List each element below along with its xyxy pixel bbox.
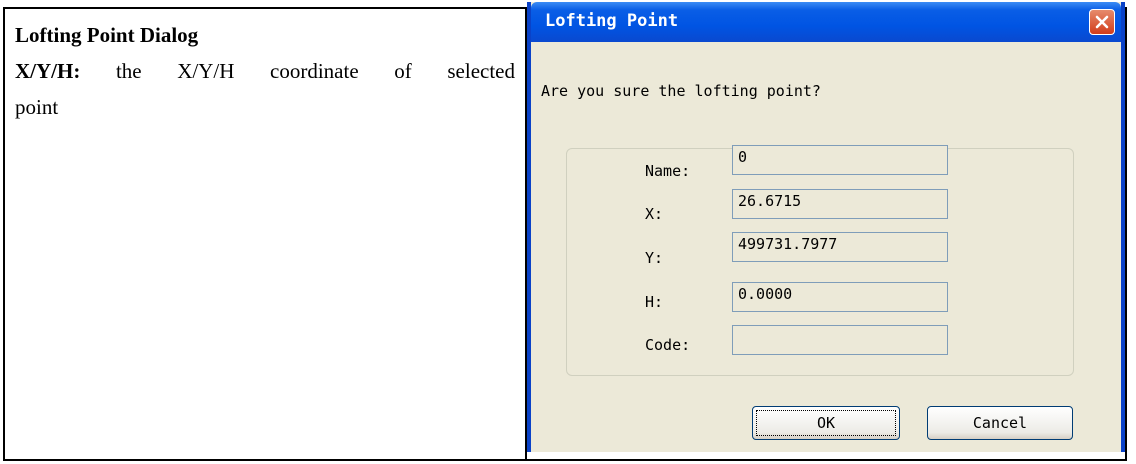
section-heading: Lofting Point Dialog <box>15 23 199 47</box>
y-label: Y: <box>645 249 664 267</box>
focus-ring <box>756 410 896 436</box>
close-button[interactable] <box>1089 9 1115 35</box>
x-field[interactable]: 26.6715 <box>732 189 948 219</box>
x-label: X: <box>645 205 664 223</box>
dialog-title: Lofting Point <box>545 11 679 31</box>
y-field[interactable]: 499731.7977 <box>732 232 948 262</box>
name-label: Name: <box>645 162 691 180</box>
close-icon <box>1095 15 1109 29</box>
code-label: Code: <box>645 336 691 354</box>
h-field[interactable]: 0.0000 <box>732 282 948 312</box>
code-field[interactable] <box>732 325 948 355</box>
description-text: the X/Y/H coordinate of selected <box>115 59 515 83</box>
ok-button[interactable]: OK <box>752 406 900 440</box>
dialog-prompt: Are you sure the lofting point? <box>541 82 821 100</box>
description-line: X/Y/H: the X/Y/H coordinate of selected <box>15 53 515 89</box>
cancel-button-label: Cancel <box>972 414 1028 432</box>
dialog-titlebar[interactable]: Lofting Point <box>531 2 1121 42</box>
name-field[interactable]: 0 <box>732 145 948 175</box>
cancel-button[interactable]: Cancel <box>927 406 1073 440</box>
h-label: H: <box>645 293 664 311</box>
description-cell: Lofting Point Dialog X/Y/H: the X/Y/H co… <box>15 17 515 125</box>
description-text-continued: point <box>15 95 59 119</box>
lofting-point-dialog: Lofting Point Are you sure the lofting p… <box>527 2 1125 452</box>
description-label: X/Y/H: <box>15 59 81 83</box>
